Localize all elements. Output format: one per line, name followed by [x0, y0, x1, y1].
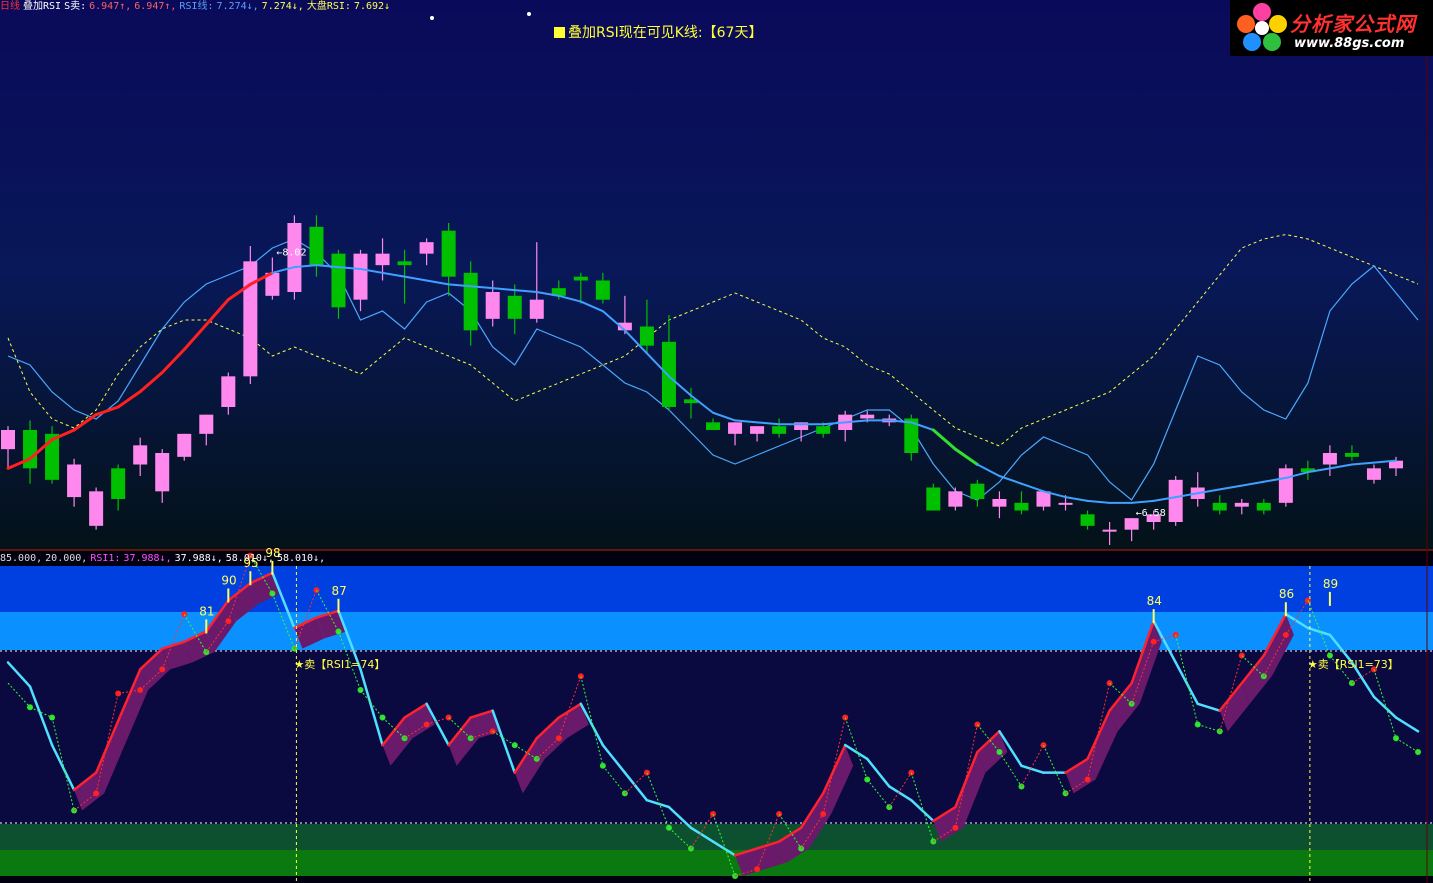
sub-header-value-6: 58.010↓, — [276, 553, 326, 564]
candle-body — [772, 426, 787, 434]
candle-body — [1234, 502, 1249, 507]
header-value-5: 7.274↓, — [261, 1, 304, 12]
visible-bars-label: 叠加RSI现在可见K线:【67天】 — [554, 22, 762, 42]
logo-title: 分析家公式网 — [1290, 12, 1416, 36]
candle-body — [375, 253, 390, 266]
candle-body — [860, 414, 875, 419]
candle-body — [419, 242, 434, 254]
flower-icon — [1237, 3, 1287, 51]
sub-header: 85.000, 20.000, RSI1: 37.988↓, 37.988↓, 58.01… — [0, 552, 328, 565]
candle-body — [706, 422, 721, 430]
header-value-1: 6.947↑, — [89, 1, 132, 12]
candle-body — [111, 468, 126, 499]
candle-body — [23, 430, 38, 469]
candle-body — [1366, 468, 1381, 480]
candle-body — [1344, 453, 1359, 457]
candle-body — [573, 276, 588, 281]
candle-body — [639, 326, 654, 346]
main-panel-background — [0, 0, 1433, 550]
site-logo: 分析家公式网 www.88gs.com — [1230, 0, 1433, 56]
helper-dot — [1415, 749, 1422, 755]
header-values: S卖: 6.947↑, 6.947↑, RSI线: 7.274↓, 7.274↓, 大盘RS… — [64, 1, 393, 12]
logo-url: www.88gs.com — [1294, 36, 1405, 51]
zone-low — [0, 824, 1433, 850]
main-header: 日线 叠加RSI S卖: 6.947↑, 6.947↑, RSI线: 7.274↓, 7.27… — [0, 0, 396, 14]
candle-body — [728, 422, 743, 434]
peak-marker-label: 87 — [331, 584, 346, 598]
candle-body — [948, 491, 963, 507]
candle-body — [485, 292, 500, 319]
candle-body — [67, 464, 82, 498]
candle-body — [441, 230, 456, 277]
marker-square — [554, 27, 565, 38]
candle-body — [221, 376, 236, 407]
candle-body — [1212, 502, 1227, 511]
indicator-name: 叠加RSI — [23, 1, 62, 12]
sell-signal-label: ★卖【RSI1=73】 — [1308, 658, 1399, 671]
candle-body — [353, 253, 368, 300]
candle-body — [1278, 468, 1293, 503]
candle-body — [1, 430, 15, 450]
candle-body — [992, 499, 1007, 507]
sell-signal-label: ★卖【RSI1=74】 — [294, 658, 385, 671]
candle-body — [1014, 502, 1029, 511]
sub-header-value-0: 85.000, — [0, 553, 43, 564]
candle-body — [331, 253, 346, 308]
candle-body — [926, 487, 941, 511]
candle-body — [133, 445, 148, 465]
candle-body — [750, 426, 765, 434]
candle-body — [309, 226, 324, 266]
candle-body — [1322, 453, 1337, 465]
peak-marker-label: 89 — [1323, 577, 1338, 591]
star-dot — [527, 12, 531, 16]
header-value-4: 7.274↓, — [216, 1, 259, 12]
candle-body — [595, 280, 610, 300]
price-annotation: ←8.02 — [276, 248, 306, 259]
sub-header-value-1: 20.000, — [45, 553, 88, 564]
chart-canvas: ←8.02←6.58 819095988784 8689★卖【RSI1=74】 ★卖… — [0, 0, 1433, 883]
chart-window: { "header": { "period": "日线", "indicator… — [0, 0, 1433, 883]
candle-body — [177, 433, 192, 457]
sub-header-value-4: 37.988↓, — [174, 553, 223, 564]
header-value-2: 6.947↑, — [134, 1, 177, 12]
peak-marker-label: 90 — [221, 573, 236, 587]
visible-bars-text: 叠加RSI现在可见K线:【67天】 — [568, 25, 763, 41]
candle-body — [89, 491, 104, 526]
candle-body — [661, 341, 676, 407]
candle-body — [507, 295, 522, 319]
candle-body — [529, 299, 544, 319]
zone-very-low — [0, 850, 1433, 876]
header-value-7: 7.692↓ — [353, 1, 391, 12]
candle-body — [1080, 514, 1095, 526]
star-dot — [430, 16, 434, 20]
candle-body — [1124, 518, 1139, 530]
candle-body — [816, 426, 831, 434]
candle-body — [1058, 502, 1073, 505]
period-label: 日线 — [0, 1, 20, 12]
header-value-3: RSI线: — [179, 1, 214, 12]
header-value-0: S卖: — [64, 1, 87, 12]
candle-body — [1168, 479, 1183, 522]
peak-marker-label: 86 — [1279, 587, 1294, 601]
candle-body — [970, 483, 985, 499]
sub-header-value-3: 37.988↓, — [123, 553, 172, 564]
zone-mid — [0, 650, 1433, 824]
sub-header-value-5: 58.010↓, — [225, 553, 274, 564]
sub-header-value-2: RSI1: — [90, 553, 121, 564]
candle-body — [1102, 529, 1117, 532]
candle-body — [243, 261, 258, 377]
candle-body — [199, 414, 214, 434]
price-annotation: ←6.58 — [1136, 508, 1166, 519]
header-value-6: 大盘RSI: — [306, 1, 351, 12]
candle-body — [463, 272, 478, 331]
candle-body — [397, 261, 412, 266]
zone-very-high — [0, 566, 1433, 612]
candle-body — [1256, 502, 1271, 511]
peak-marker-label: 81 — [199, 604, 214, 618]
peak-marker-label: 84 — [1147, 594, 1162, 608]
candle-body — [155, 453, 170, 492]
